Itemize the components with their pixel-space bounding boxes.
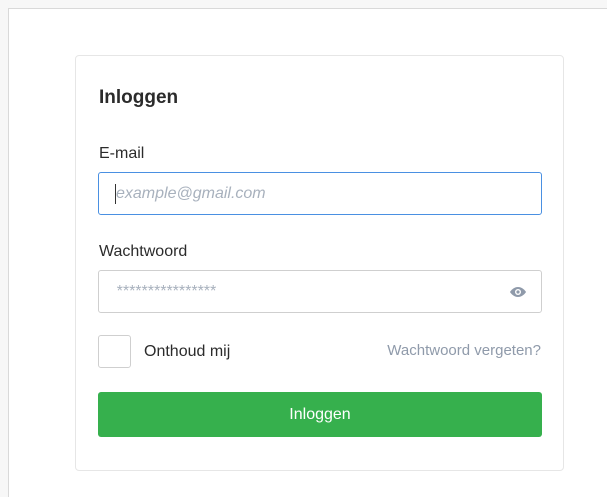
password-label: Wachtwoord: [99, 243, 188, 260]
forgot-password-link[interactable]: Wachtwoord vergeten?: [387, 342, 541, 359]
login-button[interactable]: Inloggen: [98, 392, 542, 437]
page-frame: Inloggen E-mail Wachtwoord Onthoud mij W…: [8, 8, 607, 497]
remember-me-checkbox[interactable]: [98, 335, 131, 368]
password-field[interactable]: [98, 270, 542, 313]
text-caret: [115, 184, 116, 204]
email-input[interactable]: [99, 173, 541, 214]
email-field[interactable]: [98, 172, 542, 215]
password-input[interactable]: [99, 271, 541, 312]
eye-icon[interactable]: [509, 285, 527, 299]
login-title: Inloggen: [99, 87, 179, 108]
login-card: Inloggen E-mail Wachtwoord Onthoud mij W…: [75, 55, 564, 471]
remember-me-label: Onthoud mij: [144, 343, 231, 360]
email-label: E-mail: [99, 145, 145, 162]
eye-icon-svg: [510, 287, 526, 297]
